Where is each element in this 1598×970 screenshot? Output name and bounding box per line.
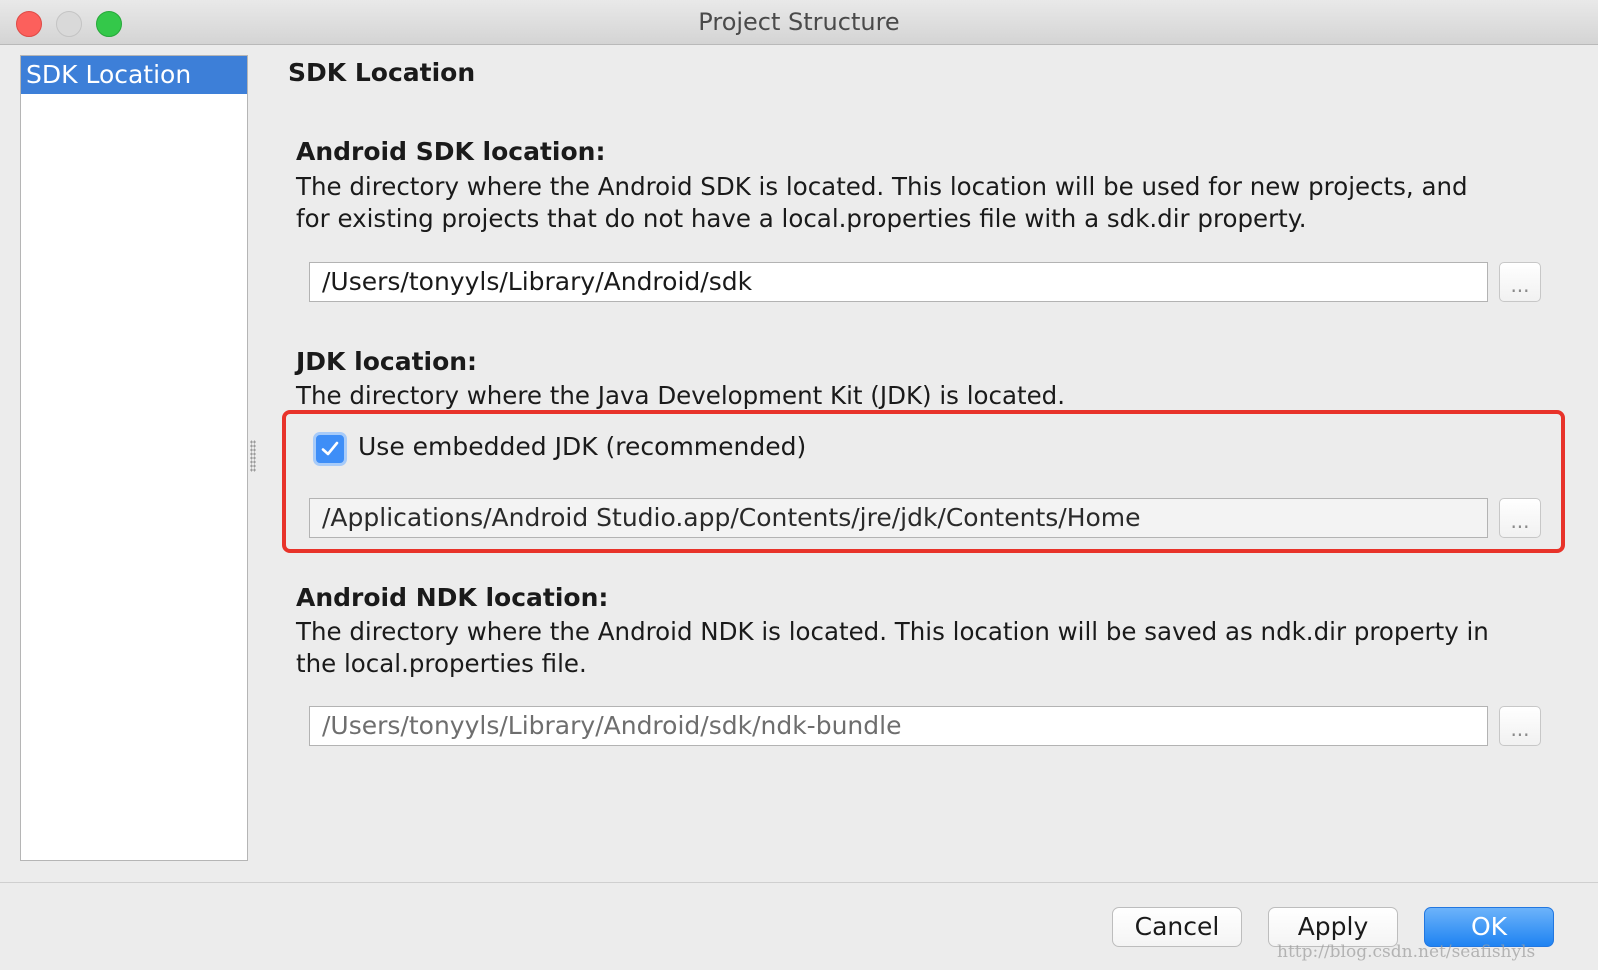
footer-divider — [0, 882, 1598, 883]
embedded-jdk-checkbox[interactable] — [313, 432, 347, 466]
watermark: http://blog.csdn.net/seafishyls — [1277, 942, 1536, 962]
ok-button[interactable]: OK — [1424, 907, 1554, 947]
android-sdk-browse-button[interactable]: ... — [1499, 262, 1541, 302]
android-ndk-description: The directory where the Android NDK is l… — [296, 616, 1546, 680]
title-bar: Project Structure — [0, 0, 1598, 45]
android-ndk-browse-button[interactable]: ... — [1499, 706, 1541, 746]
checkmark-icon — [321, 441, 339, 456]
apply-button[interactable]: Apply — [1268, 907, 1398, 947]
jdk-title: JDK location: — [296, 347, 478, 376]
embedded-jdk-label[interactable]: Use embedded JDK (recommended) — [358, 432, 806, 461]
android-sdk-description: The directory where the Android SDK is l… — [296, 171, 1546, 235]
jdk-path-input: /Applications/Android Studio.app/Content… — [309, 498, 1488, 538]
jdk-description: The directory where the Java Development… — [296, 381, 1066, 410]
sidebar-item-sdk-location[interactable]: SDK Location — [21, 56, 247, 94]
sidebar: SDK Location — [20, 55, 248, 861]
android-ndk-description-line: The directory where the Android NDK is l… — [296, 617, 1489, 646]
splitter-handle[interactable] — [250, 440, 256, 472]
android-sdk-description-line: for existing projects that do not have a… — [296, 204, 1307, 233]
android-ndk-description-line: the local.properties file. — [296, 649, 587, 678]
jdk-browse-button[interactable]: ... — [1499, 498, 1541, 538]
page-title: SDK Location — [288, 58, 476, 87]
android-sdk-title: Android SDK location: — [296, 137, 606, 166]
android-ndk-title: Android NDK location: — [296, 583, 609, 612]
android-sdk-path-input[interactable]: /Users/tonyyls/Library/Android/sdk — [309, 262, 1488, 302]
android-ndk-path-input[interactable]: /Users/tonyyls/Library/Android/sdk/ndk-b… — [309, 706, 1488, 746]
window-title: Project Structure — [698, 8, 900, 36]
android-sdk-description-line: The directory where the Android SDK is l… — [296, 172, 1468, 201]
cancel-button[interactable]: Cancel — [1112, 907, 1242, 947]
